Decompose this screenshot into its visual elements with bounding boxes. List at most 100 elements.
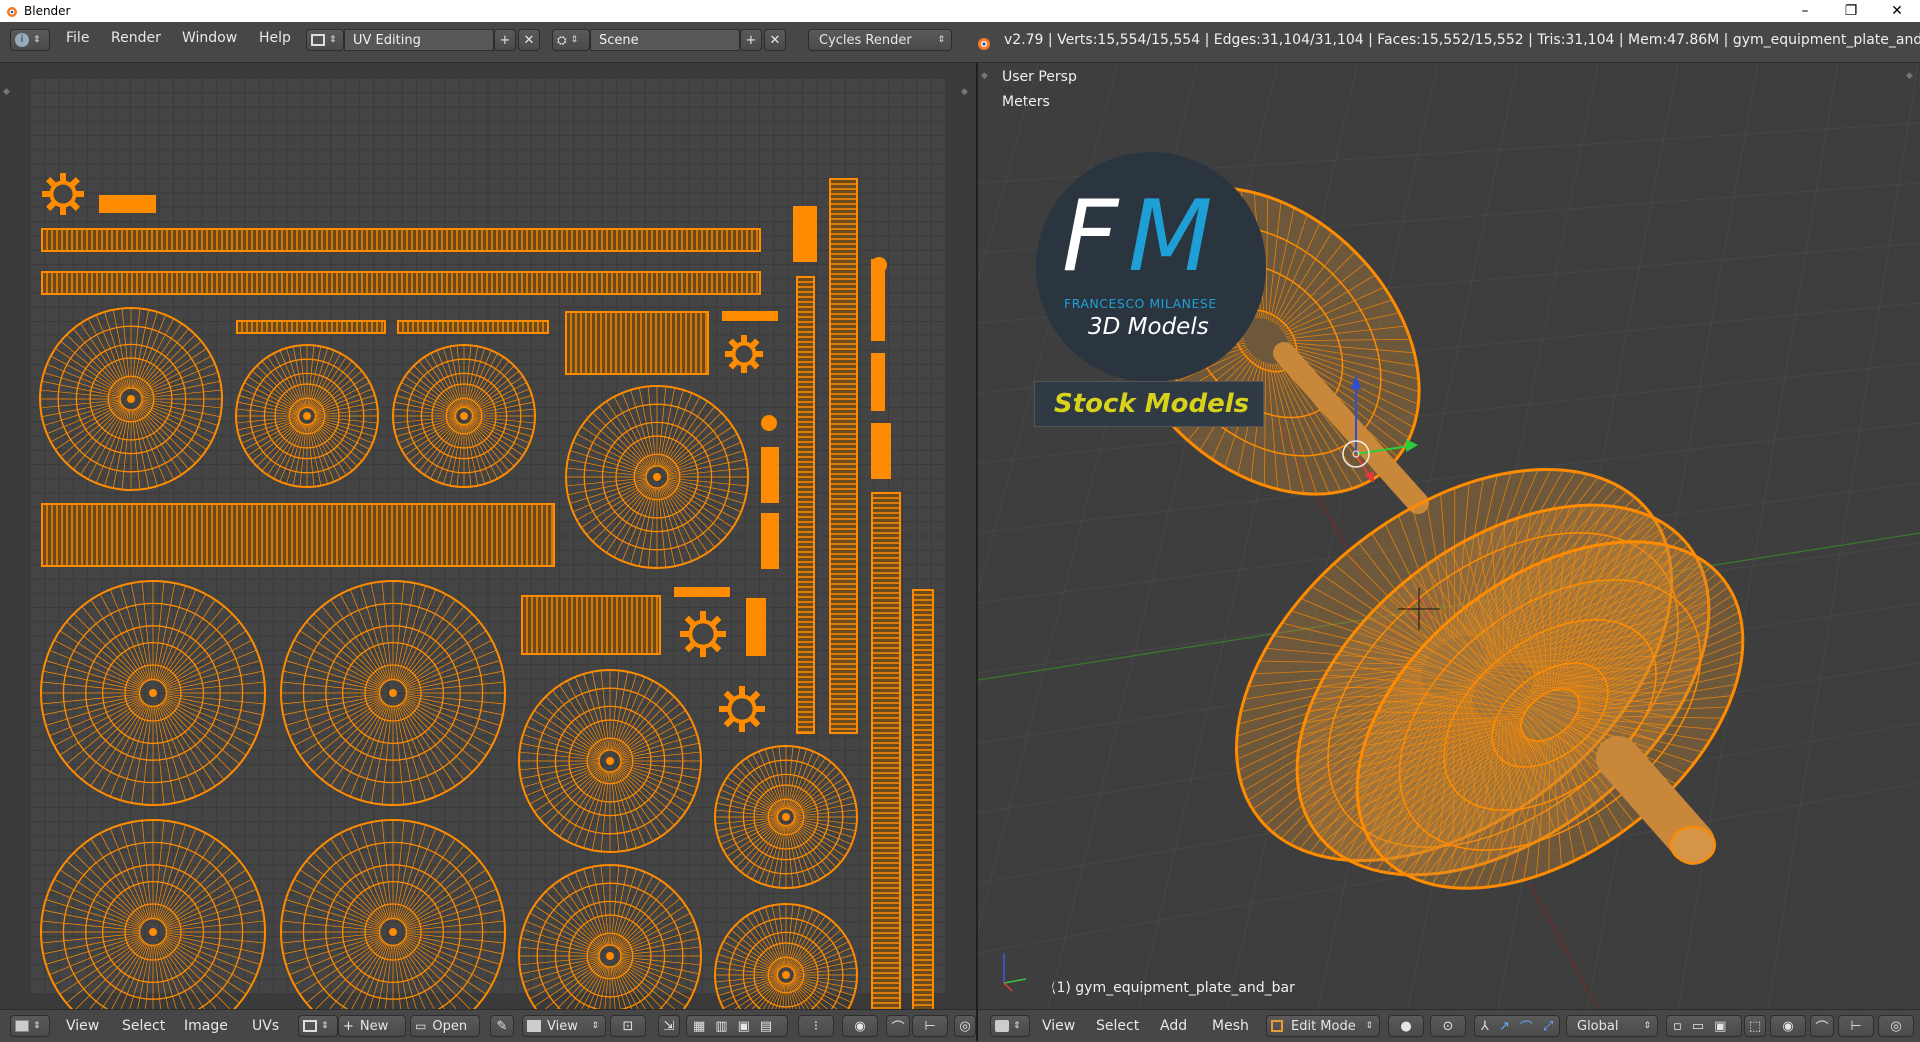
uv-view-mode-dropdown[interactable]: View ⇕ [522,1015,606,1037]
uv-block-island [871,423,891,479]
new-label: New [359,1018,389,1034]
vp-menu-add[interactable]: Add [1160,1018,1187,1034]
camera-icon: ◎ [959,1018,971,1034]
vp-menu-select[interactable]: Select [1096,1018,1139,1034]
magnet-icon: ⌒ [1815,1020,1829,1036]
select-face-icon[interactable]: ▣ [738,1019,750,1034]
uv-editor-header: ⇕ View Select Image UVs ⇕ + New ▭ Open ✎ V… [0,1009,976,1042]
chevron-updown-icon: ⇕ [33,35,41,45]
delete-screen-button[interactable]: ✕ [518,29,540,51]
uv-sync-dropdown[interactable]: ⁝ [798,1015,834,1037]
chevron-updown-icon: ⇕ [937,35,945,45]
scene-field[interactable]: Scene [590,29,740,51]
menu-help[interactable]: Help [259,30,291,46]
manipulator-group[interactable]: ⅄ ↗ ⌒ ⤢ [1474,1015,1560,1037]
pivot-icon: ⊡ [622,1018,634,1034]
snap-target-dropdown[interactable]: ⊢ [1838,1015,1874,1037]
toolshelf-toggle-icon[interactable]: ◆ [981,71,988,81]
uv-block-island [761,513,779,569]
plus-icon: + [343,1018,354,1034]
blender-logo-icon [7,7,17,17]
menu-window[interactable]: Window [182,30,237,46]
uv-strip-island [236,320,386,334]
edge-select-icon[interactable]: ▭ [1692,1019,1704,1034]
uv-disc-island [39,307,223,491]
select-vertex-icon[interactable]: ▦ [693,1019,705,1034]
rotate-icon[interactable]: ⌒ [1520,1017,1533,1036]
editor-type-uv-button[interactable]: ⇕ [10,1015,50,1037]
cursor-icon: ⇲ [663,1018,675,1034]
screen-layout-field[interactable]: UV Editing [344,29,494,51]
pivot-point-dropdown[interactable]: ⊙ [1430,1015,1466,1037]
add-scene-button[interactable]: + [740,29,762,51]
scene-browse-button[interactable]: ⛭ ⇕ [552,29,590,51]
sticky-select-button[interactable]: ⇲ [658,1015,680,1037]
editor-type-info-button[interactable]: i ⇕ [10,29,50,51]
uv-strip-island [41,228,761,252]
uv-strip-island [41,271,761,295]
uv-block-island [722,311,778,321]
mode-dropdown[interactable]: Edit Mode ⇕ [1266,1015,1380,1037]
pivot-icon: ⊙ [1442,1018,1454,1034]
snap-element-dropdown[interactable]: ⊢ [912,1015,948,1037]
uv-menu-uvs[interactable]: UVs [252,1018,279,1034]
open-label: Open [432,1018,468,1034]
face-select-icon[interactable]: ▣ [1714,1019,1726,1034]
3d-view-header: ⇕ View Select Add Mesh Edit Mode ⇕ ● ⊙ ⅄… [978,1009,1920,1042]
orientation-dropdown[interactable]: Global ⇕ [1566,1015,1658,1037]
select-mode-group[interactable]: ▫ ▭ ▣ [1666,1015,1742,1037]
uv-block-island [674,587,730,597]
uv-strip-island [912,589,934,1009]
uv-menu-image[interactable]: Image [184,1018,228,1034]
menu-file[interactable]: File [66,30,89,46]
uv-strip-island [521,595,661,655]
vp-menu-mesh[interactable]: Mesh [1212,1018,1249,1034]
uv-editor-area[interactable]: ◆ ◆ [0,63,976,1009]
pin-button[interactable]: ✎ [490,1015,514,1037]
select-edge-icon[interactable]: ▥ [715,1019,727,1034]
proportional-editing-dropdown[interactable]: ◉ [1770,1015,1806,1037]
proportional-edit-dropdown[interactable]: ◉ [842,1015,878,1037]
stock-models-banner: Stock Models [1034,381,1264,427]
barbell-bar-cap [1670,826,1716,864]
properties-toggle-icon[interactable]: ◆ [1906,71,1913,81]
viewport-shading-dropdown[interactable]: ● [1388,1015,1424,1037]
manipulator-icon[interactable]: ⅄ [1481,1019,1489,1034]
add-screen-button[interactable]: + [494,29,516,51]
uv-islands[interactable] [0,63,976,1009]
toolshelf-toggle-icon[interactable]: ◆ [3,87,10,97]
select-island-icon[interactable]: ▤ [760,1019,772,1034]
uv-block-island [746,598,766,656]
uv-menu-view[interactable]: View [66,1018,99,1034]
uv-select-mode-group[interactable]: ▦ ▥ ▣ ▤ [686,1015,788,1037]
proportional-icon: ◉ [854,1018,866,1034]
minimize-button[interactable]: – [1782,0,1828,22]
vertex-select-icon[interactable]: ▫ [1673,1019,1682,1034]
uv-block-island [871,353,885,411]
translate-icon[interactable]: ↗ [1499,1019,1510,1034]
maximize-button[interactable]: ❐ [1828,0,1874,22]
editor-type-3dview-button[interactable]: ⇕ [990,1015,1030,1037]
axis-gizmo-x [1003,982,1013,992]
occlude-geometry-button[interactable]: ⬚ [1744,1015,1766,1037]
info-icon: i [15,33,29,47]
image-browse-button[interactable]: ⇕ [298,1015,338,1037]
pivot-dropdown[interactable]: ⊡ [610,1015,646,1037]
close-button[interactable]: ✕ [1874,0,1920,22]
uv-block-island [793,206,817,262]
vp-menu-view[interactable]: View [1042,1018,1075,1034]
render-slot-button[interactable]: ◎ [954,1015,976,1037]
open-image-button[interactable]: ▭ Open [410,1015,480,1037]
menu-render[interactable]: Render [111,30,161,46]
uv-menu-select[interactable]: Select [122,1018,165,1034]
delete-scene-button[interactable]: ✕ [764,29,786,51]
properties-toggle-icon[interactable]: ◆ [961,87,968,97]
new-image-button[interactable]: + New [338,1015,406,1037]
render-engine-dropdown[interactable]: Cycles Render ⇕ [808,29,952,51]
screen-layout-browse-button[interactable]: ⇕ [306,29,344,51]
render-button[interactable]: ◎ [1878,1015,1914,1037]
snap-button[interactable]: ⌒ [886,1015,910,1037]
window-titlebar: Blender – ❐ ✕ [0,0,1920,22]
snap-toggle-button[interactable]: ⌒ [1810,1015,1834,1037]
scale-icon[interactable]: ⤢ [1543,1019,1553,1034]
